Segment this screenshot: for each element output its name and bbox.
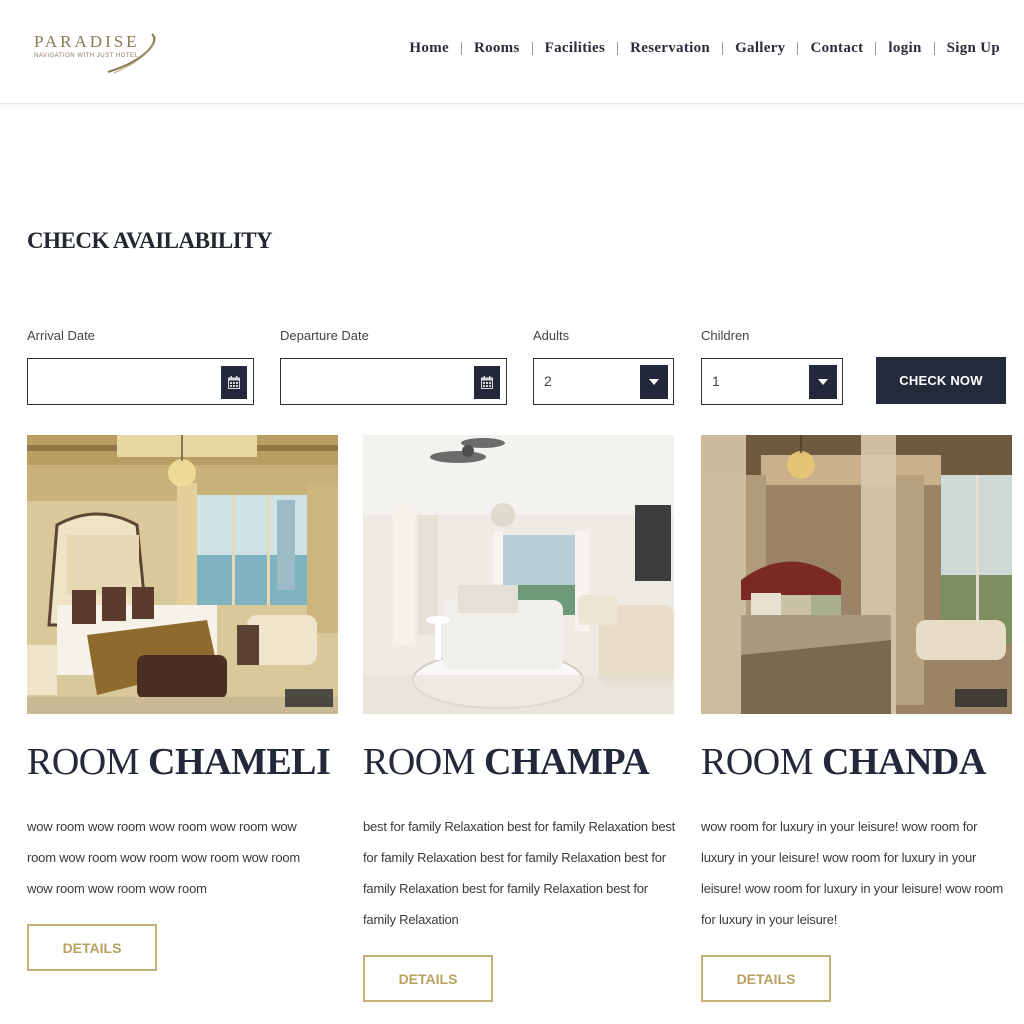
- nav-facilities[interactable]: Facilities: [545, 40, 605, 57]
- room-champa-description: best for family Relaxation best for fami…: [363, 819, 676, 927]
- room-chameli-details-button[interactable]: DETAILS: [27, 924, 157, 971]
- nav-login[interactable]: login: [888, 40, 921, 57]
- room-title-name: CHAMELI: [148, 741, 331, 783]
- adults-label: Adults: [533, 328, 570, 343]
- room-title-prefix: ROOM: [27, 741, 140, 783]
- nav-divider: [531, 42, 533, 55]
- room-title-prefix: ROOM: [363, 741, 476, 783]
- nav-divider: [797, 42, 799, 55]
- arrival-date-input[interactable]: [27, 358, 254, 405]
- nav-rooms[interactable]: Rooms: [474, 40, 520, 57]
- room-chameli-title: ROOM CHAMELI: [27, 740, 331, 784]
- calendar-icon[interactable]: [221, 366, 247, 399]
- nav-sign-up[interactable]: Sign Up: [947, 40, 1000, 57]
- adults-value: 2: [544, 373, 552, 389]
- arrival-date-label: Arrival Date: [27, 328, 95, 343]
- room-champa-details-button[interactable]: DETAILS: [363, 955, 493, 1002]
- calendar-icon[interactable]: [474, 366, 500, 399]
- nav-divider: [875, 42, 877, 55]
- nav-home[interactable]: Home: [409, 40, 449, 57]
- main-nav: Home Rooms Facilities Reservation Galler…: [409, 40, 1000, 57]
- nav-divider: [617, 42, 619, 55]
- site-header: PARADISE NAVIGATION WITH JUST HOTEL Home…: [0, 0, 1024, 104]
- nav-divider: [933, 42, 935, 55]
- nav-reservation[interactable]: Reservation: [630, 40, 710, 57]
- room-champa-image[interactable]: [363, 435, 674, 714]
- room-chameli-description: wow room wow room wow room wow room wow …: [27, 819, 301, 896]
- children-select[interactable]: 1: [701, 358, 843, 405]
- nav-gallery[interactable]: Gallery: [735, 40, 785, 57]
- children-label: Children: [701, 328, 750, 343]
- nav-contact[interactable]: Contact: [810, 40, 863, 57]
- room-title-prefix: ROOM: [701, 741, 814, 783]
- nav-divider: [722, 42, 724, 55]
- adults-select[interactable]: 2: [533, 358, 674, 405]
- chevron-down-icon[interactable]: [809, 365, 837, 399]
- children-value: 1: [712, 373, 720, 389]
- departure-date-label: Departure Date: [280, 328, 369, 343]
- room-chanda-image[interactable]: [701, 435, 1012, 714]
- room-chanda-description: wow room for luxury in your leisure! wow…: [701, 819, 1004, 927]
- room-chameli-image[interactable]: [27, 435, 338, 714]
- check-availability-title: CHECK AVAILABILITY: [27, 228, 273, 253]
- logo-swoosh-icon: [107, 33, 156, 74]
- departure-date-input[interactable]: [280, 358, 507, 405]
- room-title-name: CHANDA: [822, 741, 986, 783]
- room-title-name: CHAMPA: [484, 741, 650, 783]
- room-chanda-details-button[interactable]: DETAILS: [701, 955, 831, 1002]
- room-champa-title: ROOM CHAMPA: [363, 740, 650, 784]
- room-chanda-title: ROOM CHANDA: [701, 740, 986, 784]
- nav-divider: [460, 42, 462, 55]
- check-now-button[interactable]: CHECK NOW: [876, 357, 1006, 404]
- chevron-down-icon[interactable]: [640, 365, 668, 399]
- brand-logo[interactable]: PARADISE NAVIGATION WITH JUST HOTEL: [32, 30, 162, 76]
